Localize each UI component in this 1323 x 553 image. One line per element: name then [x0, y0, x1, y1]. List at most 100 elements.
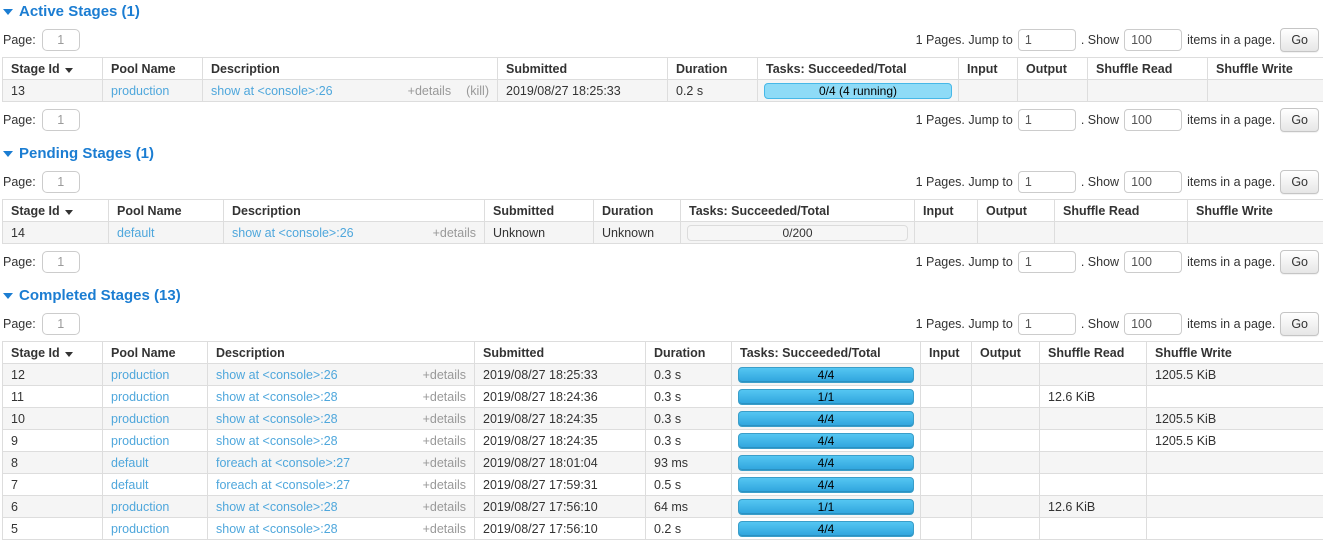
page-number-input[interactable]: [42, 313, 80, 335]
pool-name-link[interactable]: production: [111, 390, 169, 404]
column-header-shuffle-write[interactable]: Shuffle Write: [1188, 200, 1323, 222]
details-toggle[interactable]: +details: [423, 500, 466, 514]
show-count-input[interactable]: [1124, 251, 1182, 273]
column-header-pool-name[interactable]: Pool Name: [103, 58, 203, 80]
jump-to-input[interactable]: [1018, 251, 1076, 273]
cell-duration: 0.2 s: [668, 80, 758, 102]
details-toggle[interactable]: +details: [423, 522, 466, 536]
column-header-tasks-succeeded-total[interactable]: Tasks: Succeeded/Total: [758, 58, 959, 80]
spark-stages-page: Active Stages (1) Page: 1 Pages. Jump to…: [0, 3, 1323, 540]
go-button[interactable]: Go: [1280, 108, 1319, 132]
description-link[interactable]: show at <console>:28: [216, 500, 338, 514]
pool-name-link[interactable]: default: [111, 456, 149, 470]
page-number-input[interactable]: [42, 29, 80, 51]
jump-to-input[interactable]: [1018, 29, 1076, 51]
column-header-shuffle-write[interactable]: Shuffle Write: [1208, 58, 1323, 80]
table-row: 10 production show at <console>:28 +deta…: [3, 408, 1323, 430]
details-toggle[interactable]: +details: [408, 84, 451, 98]
description-link[interactable]: foreach at <console>:27: [216, 456, 350, 470]
column-header-duration[interactable]: Duration: [594, 200, 681, 222]
cell-pool-name: default: [103, 474, 208, 496]
description-link[interactable]: show at <console>:28: [216, 434, 338, 448]
description-link[interactable]: show at <console>:26: [216, 368, 338, 382]
go-button[interactable]: Go: [1280, 250, 1319, 274]
jump-to-input[interactable]: [1018, 109, 1076, 131]
column-header-label: Shuffle Read: [1096, 62, 1172, 76]
column-header-input[interactable]: Input: [915, 200, 978, 222]
description-link[interactable]: show at <console>:28: [216, 390, 338, 404]
column-header-shuffle-write[interactable]: Shuffle Write: [1147, 342, 1323, 364]
go-button[interactable]: Go: [1280, 312, 1319, 336]
section-heading[interactable]: Active Stages (1): [3, 3, 1319, 20]
details-toggle[interactable]: +details: [423, 368, 466, 382]
description-link[interactable]: show at <console>:28: [216, 522, 338, 536]
pool-name-link[interactable]: default: [111, 478, 149, 492]
description-link[interactable]: foreach at <console>:27: [216, 478, 350, 492]
column-header-description[interactable]: Description: [208, 342, 475, 364]
pool-name-link[interactable]: production: [111, 434, 169, 448]
cell-output: [972, 408, 1040, 430]
cell-pool-name: production: [103, 386, 208, 408]
column-header-description[interactable]: Description: [203, 58, 498, 80]
jump-to-input[interactable]: [1018, 171, 1076, 193]
tasks-progress-bar: 1/1: [738, 389, 914, 405]
section-heading[interactable]: Pending Stages (1): [3, 145, 1319, 162]
details-toggle[interactable]: +details: [433, 226, 476, 240]
pool-name-link[interactable]: production: [111, 500, 169, 514]
column-header-submitted[interactable]: Submitted: [475, 342, 646, 364]
column-header-submitted[interactable]: Submitted: [485, 200, 594, 222]
column-header-description[interactable]: Description: [224, 200, 485, 222]
details-toggle[interactable]: +details: [423, 390, 466, 404]
column-header-output[interactable]: Output: [978, 200, 1055, 222]
description-link[interactable]: show at <console>:28: [216, 412, 338, 426]
page-selector: Page:: [3, 171, 80, 193]
description-link[interactable]: show at <console>:26: [211, 84, 333, 98]
column-header-tasks-succeeded-total[interactable]: Tasks: Succeeded/Total: [681, 200, 915, 222]
page-label: Page:: [3, 113, 36, 127]
column-header-tasks-succeeded-total[interactable]: Tasks: Succeeded/Total: [732, 342, 921, 364]
column-header-duration[interactable]: Duration: [668, 58, 758, 80]
pool-name-link[interactable]: production: [111, 412, 169, 426]
jump-to-input[interactable]: [1018, 313, 1076, 335]
pool-name-link[interactable]: default: [117, 226, 155, 240]
cell-tasks: 4/4: [732, 364, 921, 386]
column-header-output[interactable]: Output: [1018, 58, 1088, 80]
pool-name-link[interactable]: production: [111, 84, 169, 98]
pool-name-link[interactable]: production: [111, 522, 169, 536]
go-button[interactable]: Go: [1280, 170, 1319, 194]
column-header-stage-id[interactable]: Stage Id: [3, 342, 103, 364]
column-header-pool-name[interactable]: Pool Name: [103, 342, 208, 364]
section-title-text: Active Stages (1): [19, 3, 140, 20]
show-count-input[interactable]: [1124, 313, 1182, 335]
kill-link[interactable]: (kill): [466, 84, 489, 98]
tasks-progress-bar: 1/1: [738, 499, 914, 515]
column-header-duration[interactable]: Duration: [646, 342, 732, 364]
page-number-input[interactable]: [42, 109, 80, 131]
details-toggle[interactable]: +details: [423, 456, 466, 470]
column-header-input[interactable]: Input: [921, 342, 972, 364]
details-toggle[interactable]: +details: [423, 478, 466, 492]
column-header-stage-id[interactable]: Stage Id: [3, 58, 103, 80]
show-count-input[interactable]: [1124, 29, 1182, 51]
table-row: 11 production show at <console>:28 +deta…: [3, 386, 1323, 408]
column-header-output[interactable]: Output: [972, 342, 1040, 364]
page-number-input[interactable]: [42, 171, 80, 193]
details-toggle[interactable]: +details: [423, 412, 466, 426]
description-link[interactable]: show at <console>:26: [232, 226, 354, 240]
page-number-input[interactable]: [42, 251, 80, 273]
go-button[interactable]: Go: [1280, 28, 1319, 52]
show-count-input[interactable]: [1124, 109, 1182, 131]
column-header-shuffle-read[interactable]: Shuffle Read: [1040, 342, 1147, 364]
column-header-pool-name[interactable]: Pool Name: [109, 200, 224, 222]
column-header-submitted[interactable]: Submitted: [498, 58, 668, 80]
column-header-shuffle-read[interactable]: Shuffle Read: [1055, 200, 1188, 222]
show-count-input[interactable]: [1124, 171, 1182, 193]
column-header-stage-id[interactable]: Stage Id: [3, 200, 109, 222]
column-header-shuffle-read[interactable]: Shuffle Read: [1088, 58, 1208, 80]
cell-description: foreach at <console>:27 +details: [208, 474, 475, 496]
pool-name-link[interactable]: production: [111, 368, 169, 382]
section-heading[interactable]: Completed Stages (13): [3, 287, 1319, 304]
details-toggle[interactable]: +details: [423, 434, 466, 448]
show-label: . Show: [1081, 255, 1119, 269]
column-header-input[interactable]: Input: [959, 58, 1018, 80]
